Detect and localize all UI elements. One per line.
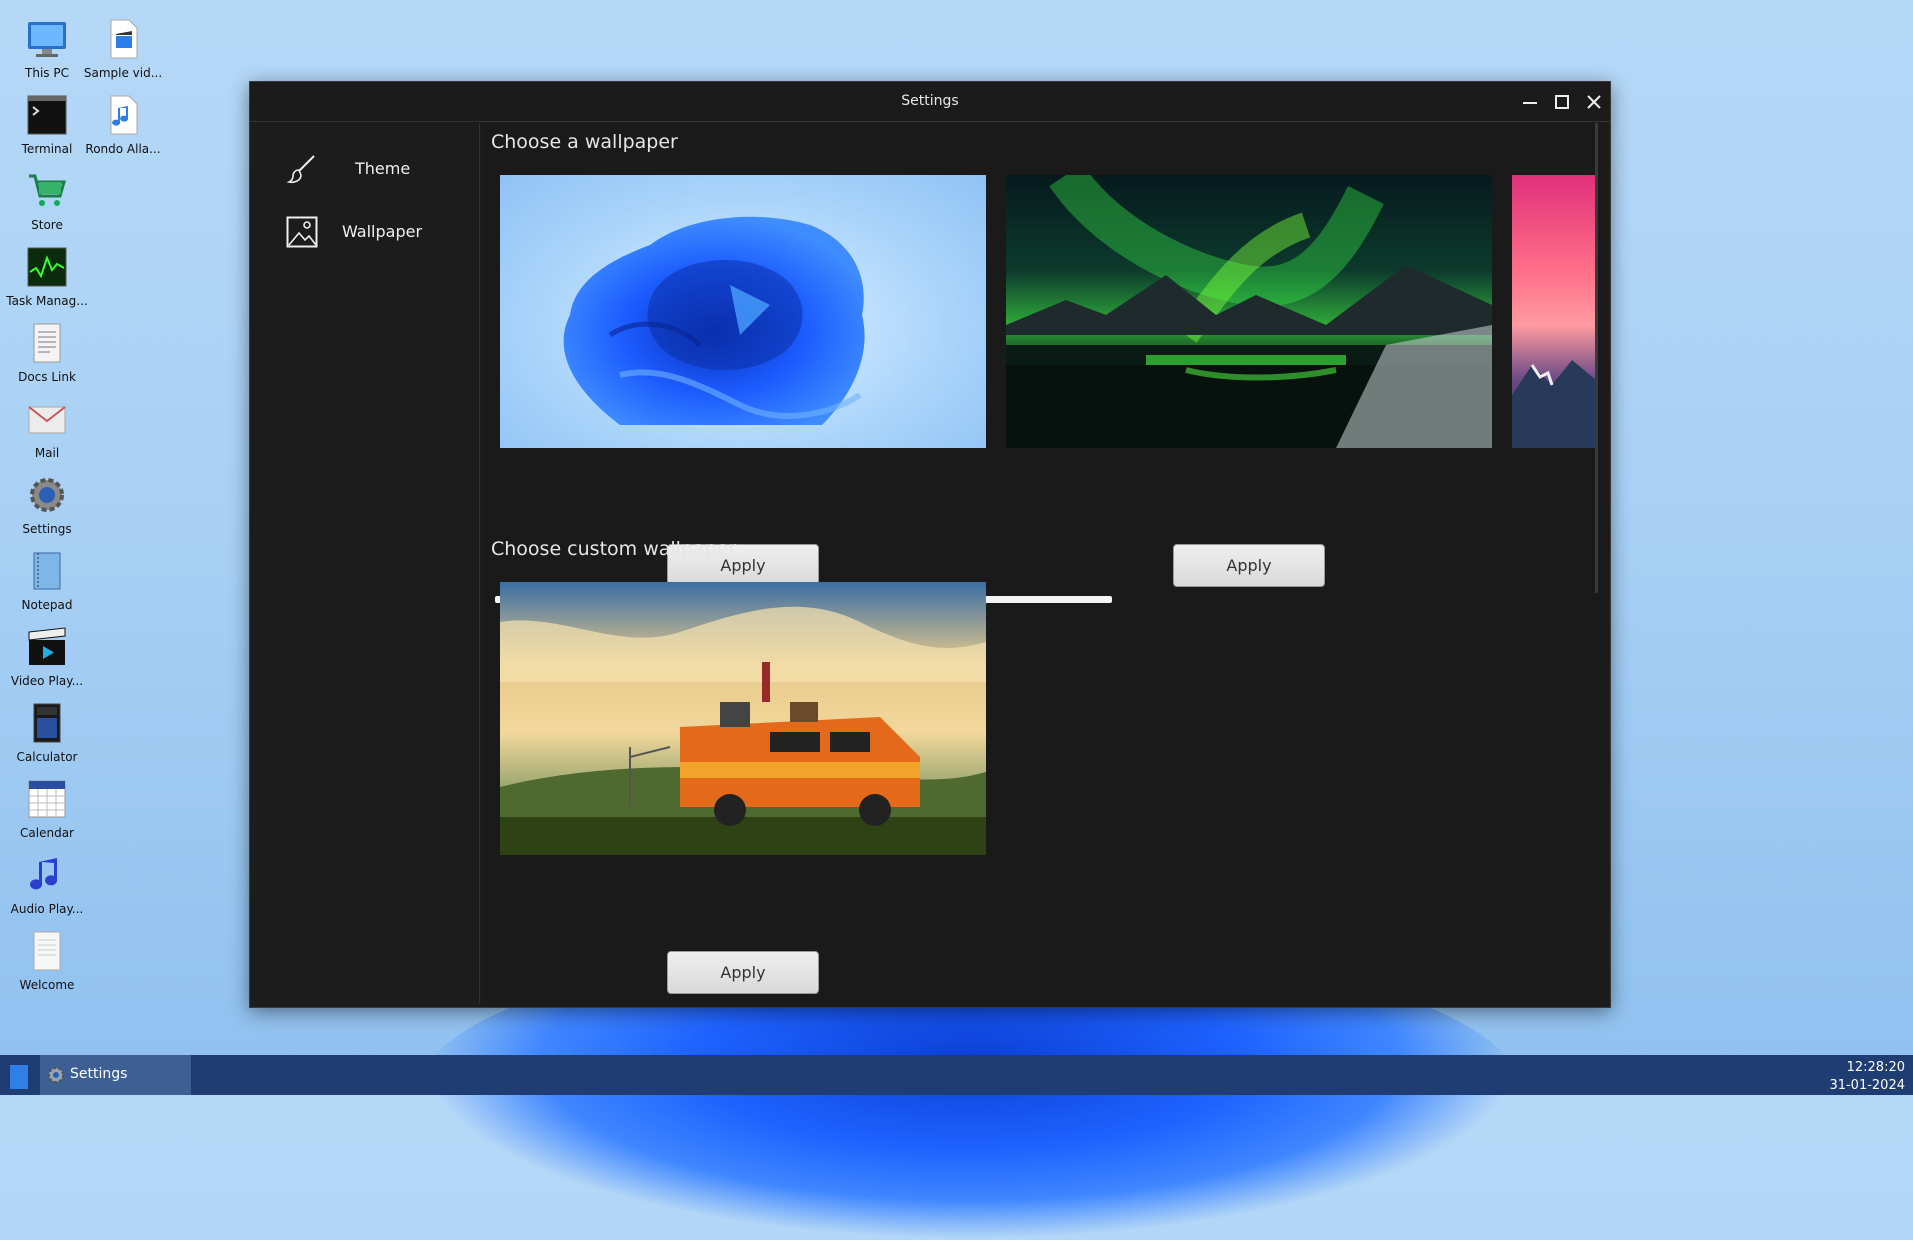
- clapperboard-icon: [28, 627, 66, 665]
- minimize-icon[interactable]: [1518, 90, 1542, 114]
- mail-icon: [28, 406, 66, 434]
- clock-date: 31-01-2024: [1829, 1078, 1905, 1093]
- bloom-artwork: [563, 216, 865, 425]
- document-icon: [33, 323, 61, 363]
- terminal-icon: [27, 95, 67, 135]
- store-cart-icon: [29, 174, 66, 206]
- gear-icon: [48, 1067, 64, 1083]
- paintbrush-icon: [286, 155, 315, 184]
- apply-button-wallpaper-2[interactable]: Apply: [1173, 544, 1325, 587]
- music-note-icon: [30, 858, 58, 890]
- desktop-icon-calendar[interactable]: Calendar: [3, 760, 91, 840]
- apply-button-custom-wallpaper[interactable]: Apply: [667, 951, 819, 994]
- task-manager-icon: [27, 247, 67, 287]
- maximize-icon[interactable]: [1550, 90, 1574, 114]
- desktop-icon-audio-player[interactable]: Audio Play...: [3, 836, 91, 916]
- taskbar-clock[interactable]: 12:28:20 31-01-2024: [1829, 1059, 1905, 1095]
- sidebar-item-theme[interactable]: Theme: [253, 144, 479, 194]
- sidebar-item-label: Theme: [355, 159, 411, 178]
- desktop-icon-sample-video[interactable]: Sample vid...: [79, 0, 167, 80]
- desktop-icon-mail[interactable]: Mail: [3, 380, 91, 460]
- calendar-icon: [28, 780, 66, 818]
- text-file-icon: [33, 931, 61, 971]
- clock-time: 12:28:20: [1846, 1060, 1905, 1075]
- window-title: Settings: [901, 93, 959, 109]
- taskbar-item-label: Settings: [70, 1066, 128, 1082]
- desktop-icon-task-manager[interactable]: Task Manag...: [3, 228, 91, 308]
- image-icon: [286, 216, 318, 248]
- desktop-icon-store[interactable]: Store: [3, 152, 91, 232]
- wallpaper-content: Choose a wallpaper Apply Apply Choose cu…: [482, 123, 1607, 1003]
- aurora-artwork: [1006, 175, 1492, 448]
- settings-sidebar: Theme Wallpaper: [253, 123, 480, 1003]
- desktop-icon-calculator[interactable]: Calculator: [3, 684, 91, 764]
- sidebar-item-label: Wallpaper: [342, 222, 423, 241]
- mountain-artwork: [1512, 360, 1596, 448]
- wallpaper-thumbnail-bloom[interactable]: [500, 175, 986, 448]
- close-icon[interactable]: [1582, 90, 1606, 114]
- desktop-icon-welcome[interactable]: Welcome: [3, 912, 91, 992]
- taskbar: Settings 12:28:20 31-01-2024: [0, 1055, 1913, 1095]
- notepad-icon: [33, 552, 61, 590]
- desktop-icon-settings[interactable]: Settings: [3, 456, 91, 536]
- settings-window: Settings Theme Wallpaper Choose a wallpa…: [249, 81, 1611, 1008]
- desktop-icon-terminal[interactable]: Terminal: [3, 76, 91, 156]
- custom-wallpaper-thumbnail-van[interactable]: [500, 582, 986, 855]
- choose-custom-wallpaper-heading: Choose custom wallpaper: [491, 538, 737, 560]
- gear-icon: [30, 478, 64, 512]
- start-button[interactable]: [10, 1065, 28, 1089]
- desktop-icon-notepad[interactable]: Notepad: [3, 532, 91, 612]
- audio-file-icon: [110, 95, 138, 135]
- computer-icon: [28, 22, 66, 57]
- wallpaper-thumbnail-mountains[interactable]: [1512, 175, 1596, 448]
- choose-wallpaper-heading: Choose a wallpaper: [491, 131, 678, 153]
- title-bar[interactable]: Settings: [250, 82, 1610, 122]
- desktop-icon-docs-link[interactable]: Docs Link: [3, 304, 91, 384]
- wallpaper-thumbnail-aurora[interactable]: [1006, 175, 1492, 448]
- sidebar-item-wallpaper[interactable]: Wallpaper: [253, 207, 479, 257]
- desktop-icon-this-pc[interactable]: This PC: [3, 0, 91, 80]
- desktop-icon-rondo[interactable]: Rondo Alla...: [79, 76, 167, 156]
- calculator-icon: [33, 703, 61, 743]
- vertical-scrollbar[interactable]: [1595, 123, 1598, 593]
- desktop-icon-video-player[interactable]: Video Play...: [3, 608, 91, 688]
- video-file-icon: [110, 19, 138, 59]
- taskbar-item-settings[interactable]: Settings: [40, 1055, 191, 1095]
- van-artwork: [500, 606, 986, 855]
